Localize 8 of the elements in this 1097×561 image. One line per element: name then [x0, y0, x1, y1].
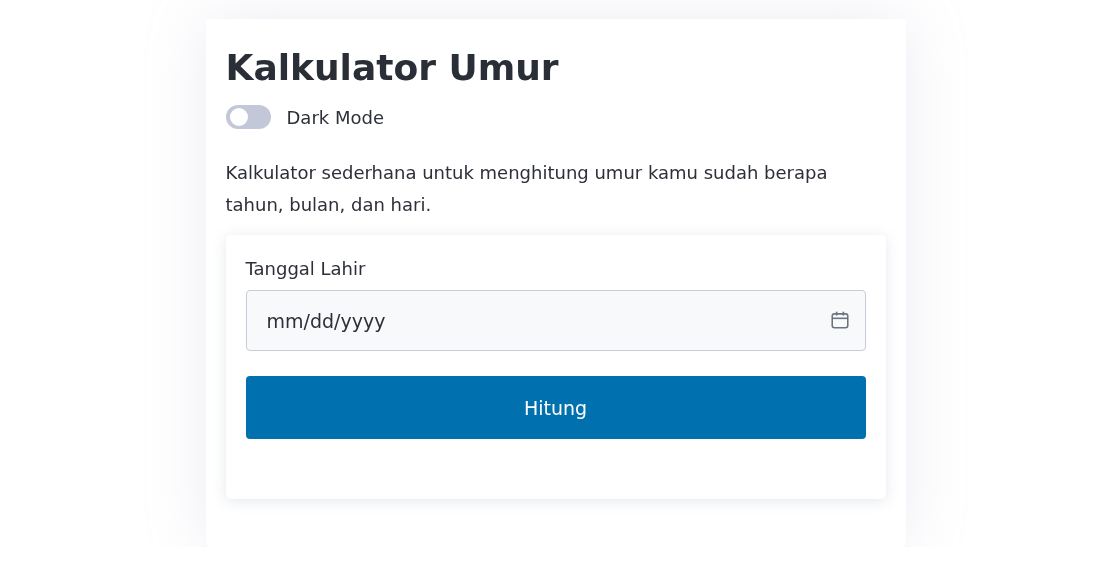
description: Kalkulator sederhana untuk menghitung umur kamu sudah berapa tahun, bulan, dan hari. [225, 161, 829, 217]
calendar-icon[interactable] [829, 310, 850, 330]
page-title: Kalkulator Umur [225, 46, 560, 90]
toggle-label: Dark Mode [286, 106, 384, 128]
date-field[interactable]: mm/dd/yyyy [245, 290, 866, 351]
field-label: Tanggal Lahir [245, 257, 367, 281]
toggle-switch[interactable] [225, 105, 271, 129]
calculate-button[interactable]: Hitung [245, 376, 866, 439]
